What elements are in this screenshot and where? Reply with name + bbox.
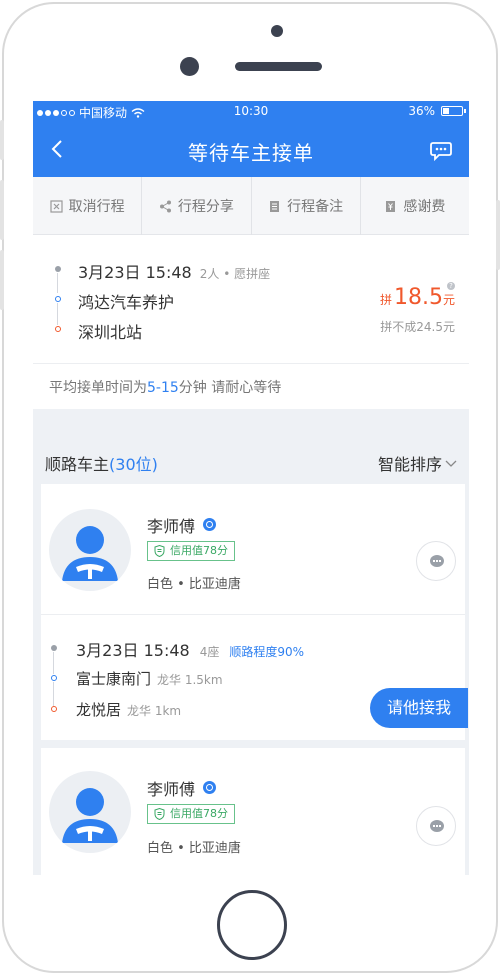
thanks-fee-button[interactable]: 感谢费 [361,177,469,235]
trip-datetime: 3月23日 15:48 2人 • 愿拼座 [78,259,270,283]
route-match: 顺路程度90% [229,645,305,659]
drivers-header-label: 顺路车主 [45,455,110,474]
volume-up-button [0,180,4,240]
volume-down-button [0,250,4,310]
no-share-price: 拼不成24.5元 [380,320,455,334]
driver-avatar [49,771,131,853]
cancel-trip-button[interactable]: 取消行程 [33,177,143,235]
trip-price: 拼18.5元 ? [379,282,455,310]
battery-percent: 36% [408,104,435,118]
shield-icon [154,808,165,820]
page-title: 等待车主接单 [188,141,314,165]
trip-datetime-value: 3月23日 15:48 [78,263,192,282]
driver-car: 白色 • 比亚迪唐 [147,841,241,856]
chevron-down-icon [445,460,457,467]
nav-bar: 等待车主接单 [33,123,469,177]
driver-avatar [49,509,131,591]
destination-dot-icon [51,706,57,712]
wait-prefix: 平均接单时间为 [49,380,147,396]
wait-range: 5-15 [147,380,179,396]
route-connector [53,682,54,706]
trip-note-button[interactable]: 行程备注 [252,177,361,235]
route-connector [57,273,58,293]
wait-time-notice: 平均接单时间为5-15分钟 请耐心等待 [49,377,281,397]
driver-destination-distance: 龙华 1km [127,704,182,718]
price-prefix: 拼 [379,293,392,307]
driver-name-text: 李师傅 [147,780,196,799]
cancel-trip-label: 取消行程 [68,199,125,215]
credit-text: 信用值78分 [170,807,228,820]
front-camera [271,25,283,37]
battery-icon [441,106,466,116]
driver-seats: 4座 [199,645,220,659]
drivers-header: 顺路车主(30位) [45,451,158,475]
driver-trip-origin: 富士康南门 龙华 1.5km [76,668,223,689]
app-screen: 中国移动 10:30 36% 等待车主接单 取消行程 行程分享 行程备注 感谢费… [33,101,469,875]
mute-switch [0,120,4,160]
cancel-icon [50,199,63,213]
driver-origin-distance: 龙华 1.5km [157,673,223,687]
message-icon[interactable] [429,138,453,162]
home-button[interactable] [217,890,287,960]
driver-trip-time: 3月23日 15:48 4座 顺路程度90% [76,637,304,661]
earpiece-speaker [235,62,322,71]
trip-info-card: 3月23日 15:48 2人 • 愿拼座 鸿达汽车养护 深圳北站 拼18.5元 ?… [33,235,469,409]
person-icon [62,526,118,581]
share-trip-label: 行程分享 [177,199,234,215]
origin-dot-icon [55,296,61,302]
driver-trip-destination: 龙悦居 龙华 1km [76,699,181,720]
time-dot-icon [55,266,61,272]
sort-label: 智能排序 [377,455,442,474]
credit-text: 信用值78分 [170,544,228,557]
male-icon [203,518,217,531]
origin-dot-icon [51,675,57,681]
price-unit: 元 [442,293,455,307]
driver-name: 李师傅 [147,513,217,537]
wait-suffix: 分钟 请耐心等待 [178,380,282,396]
chat-button[interactable] [416,541,456,581]
driver-car: 白色 • 比亚迪唐 [147,577,241,592]
credit-badge: 信用值78分 [147,804,235,824]
note-icon [270,200,280,212]
phone-frame: 中国移动 10:30 36% 等待车主接单 取消行程 行程分享 行程备注 感谢费… [0,0,500,975]
divider [41,614,465,615]
trip-passengers: 2人 • 愿拼座 [199,267,271,281]
share-icon [159,200,171,212]
destination-dot-icon [55,326,61,332]
thanks-fee-icon [386,200,396,212]
driver-trip-datetime: 3月23日 15:48 [76,641,190,660]
sort-dropdown[interactable]: 智能排序 [378,451,457,475]
driver-card[interactable]: 李师傅 信用值78分 白色 • 比亚迪唐 [41,748,465,875]
chat-bubble-icon [430,820,444,832]
driver-name-text: 李师傅 [147,517,196,536]
male-icon [203,781,217,794]
chat-bubble-icon [430,555,444,567]
status-time: 10:30 [233,104,269,118]
share-trip-button[interactable]: 行程分享 [142,177,252,235]
divider [33,363,469,364]
route-connector [53,652,54,674]
route-connector [57,303,58,325]
trip-note-label: 行程备注 [287,199,344,215]
person-icon [62,788,118,843]
shield-icon [154,545,165,557]
time-dot-icon [51,645,57,651]
price-help-icon[interactable]: ? [447,282,455,290]
request-pickup-button[interactable]: 请他接我 [370,688,468,728]
power-button [496,200,500,270]
credit-badge: 信用值78分 [147,541,235,561]
thanks-fee-label: 感谢费 [403,199,446,215]
driver-name: 李师傅 [147,776,217,800]
driver-card[interactable]: 李师傅 信用值78分 白色 • 比亚迪唐 3月23日 15:48 4座 顺路程度90… [41,484,468,740]
driver-origin-text: 富士康南门 [76,670,152,688]
driver-destination-text: 龙悦居 [76,701,122,719]
chat-button[interactable] [416,806,456,846]
trip-origin: 鸿达汽车养护 [78,293,175,312]
trip-destination: 深圳北站 [78,323,143,342]
trip-actions-bar: 取消行程 行程分享 行程备注 感谢费 [33,177,469,235]
status-bar: 中国移动 10:30 36% [33,101,469,123]
drivers-count: (30位) [109,455,158,474]
proximity-sensor [180,57,199,76]
price-value: 18.5 [394,285,443,310]
